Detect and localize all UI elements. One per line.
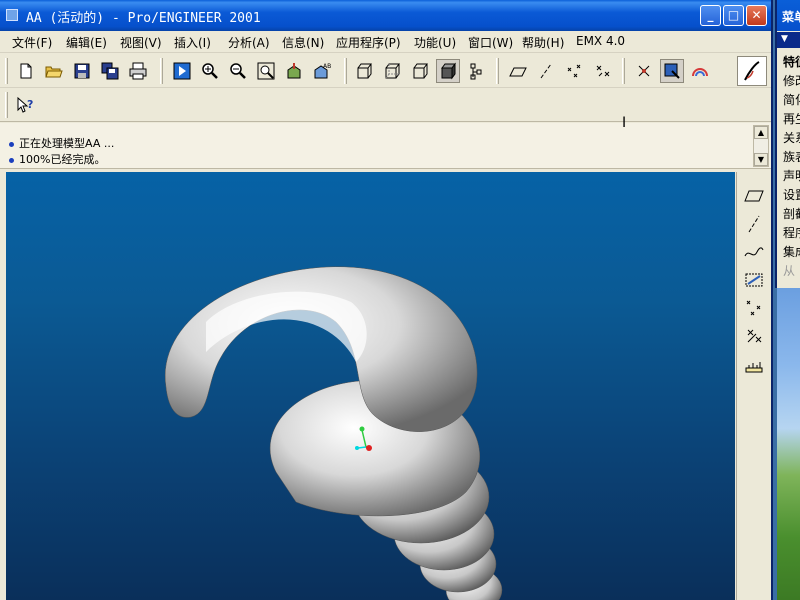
maximize-button[interactable]: □: [723, 5, 744, 26]
datum-plane-tool-icon[interactable]: [742, 184, 766, 208]
menu-utilities[interactable]: 功能(U): [414, 34, 456, 51]
model-render: [164, 266, 503, 600]
bullet-icon: [9, 141, 14, 147]
coordinate-system-tool-icon[interactable]: [742, 324, 766, 348]
print-icon[interactable]: [126, 59, 150, 83]
toolbar-grip[interactable]: [160, 58, 163, 84]
title-bar[interactable]: AA (活动的) - Pro/ENGINEER 2001 _ □ ✕: [0, 0, 771, 31]
menu-item-setup[interactable]: 设置: [783, 186, 800, 203]
menu-emx[interactable]: EMX 4.0: [576, 34, 625, 48]
message-scrollbar[interactable]: ▲ ▼: [753, 125, 769, 167]
message-line: 正在处理模型AA ...: [9, 135, 114, 151]
menu-view[interactable]: 视图(V): [120, 34, 162, 51]
main-toolbar: AB: [0, 54, 771, 88]
analysis-tool-icon[interactable]: [742, 352, 766, 376]
menu-item-feature[interactable]: 特征: [783, 53, 800, 70]
save-copy-icon[interactable]: [98, 59, 122, 83]
secondary-toolbar: ?: [0, 88, 771, 122]
axis-x-line: [357, 446, 367, 449]
menu-item-section[interactable]: 剖截: [783, 205, 800, 222]
bullet-icon: [9, 157, 14, 163]
svg-text:AB: AB: [323, 63, 331, 70]
feature-toolbar: [736, 172, 771, 600]
screen: AA (活动的) - Pro/ENGINEER 2001 _ □ ✕ 文件(F)…: [0, 0, 800, 600]
menu-analysis[interactable]: 分析(A): [228, 34, 270, 51]
shading-icon[interactable]: [436, 59, 460, 83]
menu-bar: 文件(F) 编辑(E) 视图(V) 插入(I) 分析(A) 信息(N) 应用程序…: [0, 31, 771, 53]
minimize-button[interactable]: _: [700, 5, 721, 26]
repaint-icon[interactable]: [170, 59, 194, 83]
menu-item-integrate[interactable]: 集成: [783, 243, 800, 260]
scroll-up-icon[interactable]: ▲: [754, 126, 768, 139]
context-help-icon[interactable]: ?: [14, 93, 38, 117]
menu-item-simplify[interactable]: 简化: [783, 91, 800, 108]
coordinate-system-icon[interactable]: [590, 59, 614, 83]
sketch-pen-icon[interactable]: [737, 56, 767, 86]
axis-y-dot: [359, 426, 365, 432]
svg-text:?: ?: [27, 98, 33, 111]
save-icon[interactable]: [70, 59, 94, 83]
toolbar-grip[interactable]: [496, 58, 499, 84]
menu-item-regenerate[interactable]: 再生: [783, 110, 800, 127]
datum-axis-tool-icon[interactable]: [742, 212, 766, 236]
refit-icon[interactable]: [254, 59, 278, 83]
menu-file[interactable]: 文件(F): [12, 34, 52, 51]
axis-x-dot: [355, 446, 359, 450]
menu-window[interactable]: 窗口(W): [468, 34, 513, 51]
sketched-datum-tool-icon[interactable]: [742, 268, 766, 292]
selection-filter-icon[interactable]: [660, 59, 684, 83]
hidden-line-icon[interactable]: [380, 59, 404, 83]
datum-axis-icon[interactable]: [534, 59, 558, 83]
datum-point-icon[interactable]: [562, 59, 586, 83]
scroll-down-icon[interactable]: ▼: [754, 153, 768, 166]
message-area: 正在处理模型AA ... 100%已经完成。 ▲ ▼: [0, 123, 771, 169]
toolbar-grip[interactable]: [622, 58, 625, 84]
desktop-background: [777, 288, 800, 600]
graphics-window[interactable]: [6, 172, 735, 600]
close-button[interactable]: ✕: [746, 5, 767, 26]
window-title: AA (活动的) - Pro/ENGINEER 2001: [26, 11, 261, 26]
axis-z-dot: [366, 445, 372, 451]
menu-item-from[interactable]: 从: [783, 262, 795, 279]
app-window-icon[interactable]: [6, 9, 18, 21]
datum-plane-icon[interactable]: [506, 59, 530, 83]
model-tree-icon[interactable]: [464, 59, 488, 83]
datum-curve-tool-icon[interactable]: [742, 240, 766, 264]
menu-help[interactable]: 帮助(H): [522, 34, 564, 51]
menu-item-declare[interactable]: 声明: [783, 167, 800, 184]
menu-applications[interactable]: 应用程序(P): [336, 34, 401, 51]
proe-main-window: AA (活动的) - Pro/ENGINEER 2001 _ □ ✕ 文件(F)…: [0, 0, 773, 600]
menu-manager-window: 菜单管理器 ▼ 特征 修改 简化 再生 关系 族表 声明 设置 剖截 程序 集成…: [775, 0, 800, 288]
menu-item-modify[interactable]: 修改: [783, 72, 800, 89]
menu-manager-header[interactable]: ▼: [777, 32, 800, 48]
no-hidden-icon[interactable]: [408, 59, 432, 83]
zoom-out-icon[interactable]: [226, 59, 250, 83]
menu-manager-title[interactable]: 菜单管理器: [777, 0, 800, 31]
open-folder-icon[interactable]: [42, 59, 66, 83]
menu-info[interactable]: 信息(N): [282, 34, 324, 51]
toolbar-grip[interactable]: [344, 58, 347, 84]
text-cursor-icon: I: [622, 115, 627, 131]
spin-center-icon[interactable]: [632, 59, 656, 83]
menu-item-program[interactable]: 程序: [783, 224, 800, 241]
toolbar-grip[interactable]: [5, 92, 8, 118]
menu-edit[interactable]: 编辑(E): [66, 34, 107, 51]
zoom-in-icon[interactable]: [198, 59, 222, 83]
saved-views-icon[interactable]: AB: [310, 59, 334, 83]
menu-insert[interactable]: 插入(I): [174, 34, 211, 51]
rainbow-icon[interactable]: [688, 59, 712, 83]
menu-item-relations[interactable]: 关系: [783, 129, 800, 146]
wireframe-icon[interactable]: [352, 59, 376, 83]
new-file-icon[interactable]: [14, 59, 38, 83]
menu-item-family-table[interactable]: 族表: [783, 148, 800, 165]
toolbar-grip[interactable]: [5, 58, 8, 84]
orient-icon[interactable]: [282, 59, 306, 83]
message-line: 100%已经完成。: [9, 151, 105, 167]
datum-point-tool-icon[interactable]: [742, 296, 766, 320]
